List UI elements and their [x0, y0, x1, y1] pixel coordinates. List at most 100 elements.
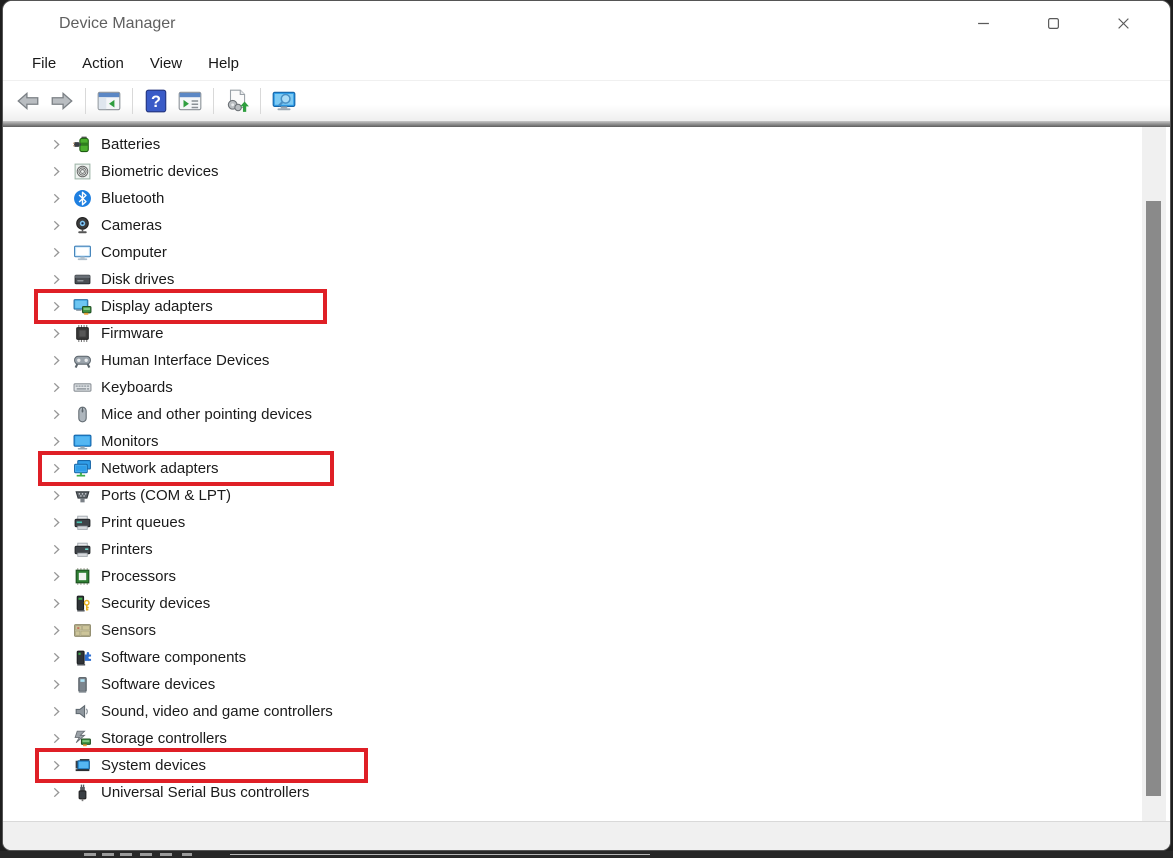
menu-bar: File Action View Help [3, 46, 1170, 81]
background-artifact-dash [140, 853, 152, 856]
forward-arrow-icon [49, 88, 75, 114]
back-arrow-button[interactable] [11, 85, 45, 117]
software-device-icon [73, 675, 92, 694]
bluetooth-icon [73, 189, 92, 208]
title-bar: Device Manager [3, 1, 1170, 46]
tree-item-cameras[interactable]: Cameras [3, 212, 1140, 239]
back-arrow-icon [15, 88, 41, 114]
tree-item-label: Storage controllers [101, 730, 227, 747]
chevron-right-icon[interactable] [49, 786, 63, 800]
mouse-icon [73, 405, 92, 424]
tree-item-sensors[interactable]: Sensors [3, 617, 1140, 644]
chevron-right-icon[interactable] [49, 570, 63, 584]
tree-item-label: Print queues [101, 514, 186, 531]
chevron-right-icon[interactable] [49, 651, 63, 665]
software-component-icon [73, 648, 92, 667]
background-artifact-dash [160, 853, 172, 856]
console-tree-button[interactable] [92, 85, 126, 117]
tree-item-label: Processors [101, 568, 177, 585]
tree-item-label: Mice and other pointing devices [101, 406, 312, 423]
chevron-right-icon[interactable] [49, 246, 63, 260]
chevron-right-icon[interactable] [49, 219, 63, 233]
chevron-right-icon[interactable] [49, 138, 63, 152]
toolbar-separator [85, 88, 86, 114]
tree-item-label: Cameras [101, 217, 162, 234]
tree-item-label: Computer [101, 244, 167, 261]
ports-icon [73, 486, 92, 505]
close-button[interactable] [1100, 1, 1146, 46]
computer-icon [73, 243, 92, 262]
print-queue-icon [73, 513, 92, 532]
tree-item-security-devices[interactable]: Security devices [3, 590, 1140, 617]
printer-icon [73, 540, 92, 559]
monitor-icon [73, 432, 92, 451]
chevron-right-icon[interactable] [49, 381, 63, 395]
tree-item-firmware[interactable]: Firmware [3, 320, 1140, 347]
tree-item-processors[interactable]: Processors [3, 563, 1140, 590]
scan-hardware-button[interactable] [220, 85, 254, 117]
tree-item-printers[interactable]: Printers [3, 536, 1140, 563]
tree-item-computer[interactable]: Computer [3, 239, 1140, 266]
usb-icon [73, 783, 92, 802]
tree-item-label: Sensors [101, 622, 157, 639]
minimize-button[interactable] [960, 1, 1006, 46]
hid-icon [73, 351, 92, 370]
tree-item-biometric-devices[interactable]: Biometric devices [3, 158, 1140, 185]
properties-window-button[interactable] [173, 85, 207, 117]
tree-item-batteries[interactable]: Batteries [3, 131, 1140, 158]
sensor-icon [73, 621, 92, 640]
batteries-icon [73, 135, 92, 154]
maximize-button[interactable] [1030, 1, 1076, 46]
menu-view[interactable]: View [137, 51, 195, 76]
chevron-right-icon[interactable] [49, 678, 63, 692]
scan-hardware-icon [224, 88, 250, 114]
chevron-right-icon[interactable] [49, 165, 63, 179]
chevron-right-icon[interactable] [49, 435, 63, 449]
tree-item-bluetooth[interactable]: Bluetooth [3, 185, 1140, 212]
chevron-right-icon[interactable] [49, 705, 63, 719]
forward-arrow-button[interactable] [45, 85, 79, 117]
chevron-right-icon[interactable] [49, 543, 63, 557]
menu-action[interactable]: Action [69, 51, 137, 76]
tree-item-sound-video-and-game-controllers[interactable]: Sound, video and game controllers [3, 698, 1140, 725]
chevron-right-icon[interactable] [49, 624, 63, 638]
search-computer-button[interactable] [267, 85, 301, 117]
tree-item-print-queues[interactable]: Print queues [3, 509, 1140, 536]
close-icon [1117, 17, 1130, 30]
tree-item-mice-and-other-pointing-devices[interactable]: Mice and other pointing devices [3, 401, 1140, 428]
chevron-right-icon[interactable] [49, 354, 63, 368]
help-icon: ? [143, 88, 169, 114]
chevron-right-icon[interactable] [49, 732, 63, 746]
chevron-right-icon[interactable] [49, 597, 63, 611]
background-artifact-dash [120, 853, 132, 856]
tree-item-label: Human Interface Devices [101, 352, 270, 369]
window-controls [960, 1, 1170, 46]
tree-item-universal-serial-bus-controllers[interactable]: Universal Serial Bus controllers [3, 779, 1140, 806]
tree-item-human-interface-devices[interactable]: Human Interface Devices [3, 347, 1140, 374]
tree-item-software-devices[interactable]: Software devices [3, 671, 1140, 698]
biometric-icon [73, 162, 92, 181]
chevron-right-icon[interactable] [49, 327, 63, 341]
vertical-scrollbar[interactable] [1142, 127, 1166, 821]
help-button[interactable]: ? [139, 85, 173, 117]
camera-icon [73, 216, 92, 235]
background-artifact-dash [84, 853, 96, 856]
tree-item-software-components[interactable]: Software components [3, 644, 1140, 671]
tree-item-keyboards[interactable]: Keyboards [3, 374, 1140, 401]
tree-item-label: Disk drives [101, 271, 175, 288]
chevron-right-icon[interactable] [49, 489, 63, 503]
chevron-right-icon[interactable] [49, 516, 63, 530]
chevron-right-icon[interactable] [49, 192, 63, 206]
highlight-box-system-devices [35, 748, 368, 783]
tree-item-label: Keyboards [101, 379, 173, 396]
menu-file[interactable]: File [19, 51, 69, 76]
tree-item-ports-com-lpt[interactable]: Ports (COM & LPT) [3, 482, 1140, 509]
menu-help[interactable]: Help [195, 51, 252, 76]
tree-item-label: Firmware [101, 325, 164, 342]
chevron-right-icon[interactable] [49, 273, 63, 287]
device-manager-icon [27, 14, 47, 34]
tree-item-label: Printers [101, 541, 153, 558]
chevron-right-icon[interactable] [49, 408, 63, 422]
scrollbar-thumb[interactable] [1146, 201, 1161, 796]
tree-item-label: Universal Serial Bus controllers [101, 784, 310, 801]
